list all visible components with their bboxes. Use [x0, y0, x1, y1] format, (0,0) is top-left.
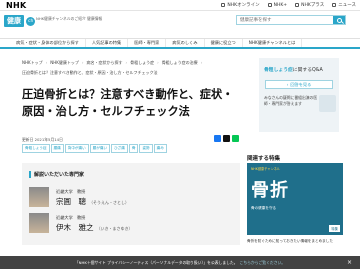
site-header: 健康 ch NHK健康チャンネルのご紹介 健康情報: [0, 11, 360, 38]
tag[interactable]: 姿勢: [139, 144, 153, 153]
nav-item-popular[interactable]: 人気記事の特集: [86, 39, 129, 47]
search-input[interactable]: [237, 16, 333, 24]
search-box: [236, 15, 346, 25]
top-link-nhkplus[interactable]: NHKプラス: [295, 2, 324, 8]
qa-illustration: [319, 95, 336, 112]
breadcrumb: NHKトップ › NHK健康トップ › 病名・症状から探す › 骨粗しょう症 › 骨粗し…: [22, 60, 203, 66]
top-link-plus[interactable]: NHK+: [267, 2, 287, 8]
page-title: 圧迫骨折とは？注意すべき動作と、症状・原因・治し方・セルフチェック法: [22, 88, 234, 118]
top-bar: NHK NHKオンライン NHK+ NHKプラス ニュース: [0, 0, 360, 11]
tag[interactable]: 背中が痛い: [64, 144, 89, 153]
expert-name: 宗圓 聰（そうえん・さとし）: [56, 197, 129, 206]
nav-item-about[interactable]: NHK健康チャンネルとは: [243, 39, 303, 47]
breadcrumb-item[interactable]: NHKトップ: [22, 60, 43, 66]
top-link-news[interactable]: ニュース: [332, 2, 356, 8]
nav-item-mechanism[interactable]: 病気のしくみ: [166, 39, 205, 47]
qa-description: みなさんの疑問に番組出演の医師・専門家が答えます: [264, 95, 318, 107]
search-button[interactable]: [333, 16, 345, 24]
view-answers-button[interactable]: › 回答を見る: [265, 80, 333, 89]
header-tagline: NHK健康チャンネルのご紹介 健康情報: [36, 16, 103, 21]
square-icon: [267, 3, 272, 7]
update-date: 更新日 2021年5月14日: [22, 137, 63, 142]
experts-title: 解説いただいた専門家: [29, 171, 84, 178]
chevron-right-icon: ›: [286, 82, 289, 87]
tag[interactable]: 骨粗しょう症: [22, 144, 50, 153]
share-buttons: [214, 135, 239, 142]
expert-card[interactable]: 近畿大学 教授 伊木 雅之 （いき・まさゆき）: [29, 213, 229, 237]
qa-panel: 骨粗しょう症に関するQ&A › 回答を見る みなさんの疑問に番組出演の医師・専門…: [259, 58, 339, 132]
top-link-online[interactable]: NHKオンライン: [221, 2, 260, 8]
nhk-logo[interactable]: NHK: [6, 1, 27, 10]
privacy-notice-link[interactable]: こちらからご覧ください。: [240, 260, 286, 266]
close-icon[interactable]: ×: [347, 259, 352, 266]
nav-item-doctors[interactable]: 医師・専門家: [128, 39, 167, 47]
tag-list: 骨粗しょう症 腰痛 背中が痛い 腰が痛い ひざ痛 骨 姿勢 痛み: [22, 144, 202, 153]
related-heading: 関連する特集: [247, 156, 281, 162]
x-share-icon[interactable]: [223, 135, 230, 142]
tag[interactable]: 痛み: [153, 144, 167, 153]
expert-org: 近畿大学 教授: [56, 215, 86, 220]
expert-name: 伊木 雅之 （いき・まさゆき）: [56, 223, 133, 232]
square-icon: [221, 3, 226, 7]
qa-title: 骨粗しょう症に関するQ&A: [264, 68, 323, 73]
breadcrumb-item[interactable]: NHK健康トップ: [50, 60, 79, 66]
breadcrumb-item[interactable]: 骨粗しょう症: [130, 60, 154, 66]
main-nav: 病気・症状・身体の部位から探す 人気記事の特集 医師・専門家 病気のしくみ 健康…: [0, 38, 360, 49]
search-icon: [336, 17, 342, 23]
kenko-channel-logo[interactable]: 健康 ch: [4, 15, 36, 27]
breadcrumb-item-current: 圧迫骨折とは？注意すべき動作と、症状・原因・治し方・セルフチェック法: [22, 70, 158, 75]
tag[interactable]: 腰痛: [50, 144, 64, 153]
related-feature-banner[interactable]: NHK健康チャンネル 骨折 骨の健康を守る 特集: [247, 163, 343, 235]
expert-org: 近畿大学 教授: [56, 189, 86, 194]
breadcrumb-item[interactable]: 病名・症状から探す: [86, 60, 122, 66]
line-share-icon[interactable]: [232, 135, 239, 142]
square-icon: [295, 3, 300, 7]
expert-card[interactable]: 近畿大学 教授 宗圓 聰（そうえん・さとし）: [29, 187, 229, 211]
top-links: NHKオンライン NHK+ NHKプラス ニュース: [221, 2, 356, 8]
tag[interactable]: ひざ痛: [111, 144, 128, 153]
related-caption[interactable]: 骨折を防ぐために知っておきたい情報をまとめました: [247, 239, 343, 244]
square-icon: [332, 3, 337, 7]
tag[interactable]: 腰が痛い: [89, 144, 111, 153]
facebook-share-icon[interactable]: [214, 135, 221, 142]
nav-item-useful[interactable]: 健康に役立つ: [205, 39, 243, 47]
tag[interactable]: 骨: [128, 144, 139, 153]
breadcrumb-item[interactable]: 骨粗しょう症の治療: [162, 60, 198, 66]
expert-photo: [29, 213, 49, 233]
experts-panel: 解説いただいた専門家 近畿大学 教授 宗圓 聰（そうえん・さとし） 近畿大学 教…: [22, 163, 240, 245]
breadcrumb-current: 圧迫骨折とは？注意すべき動作と、症状・原因・治し方・セルフチェック法: [22, 70, 158, 76]
privacy-notice-text: 「NHK＋個サイト プライバシーノーティス（パーソナルデータの取り扱い）」を公表…: [74, 259, 238, 265]
privacy-notice-bar: 「NHK＋個サイト プライバシーノーティス（パーソナルデータの取り扱い）」を公表…: [0, 256, 360, 269]
expert-photo: [29, 187, 49, 207]
nav-item-search-by-part[interactable]: 病気・症状・身体の部位から探す: [0, 39, 86, 47]
